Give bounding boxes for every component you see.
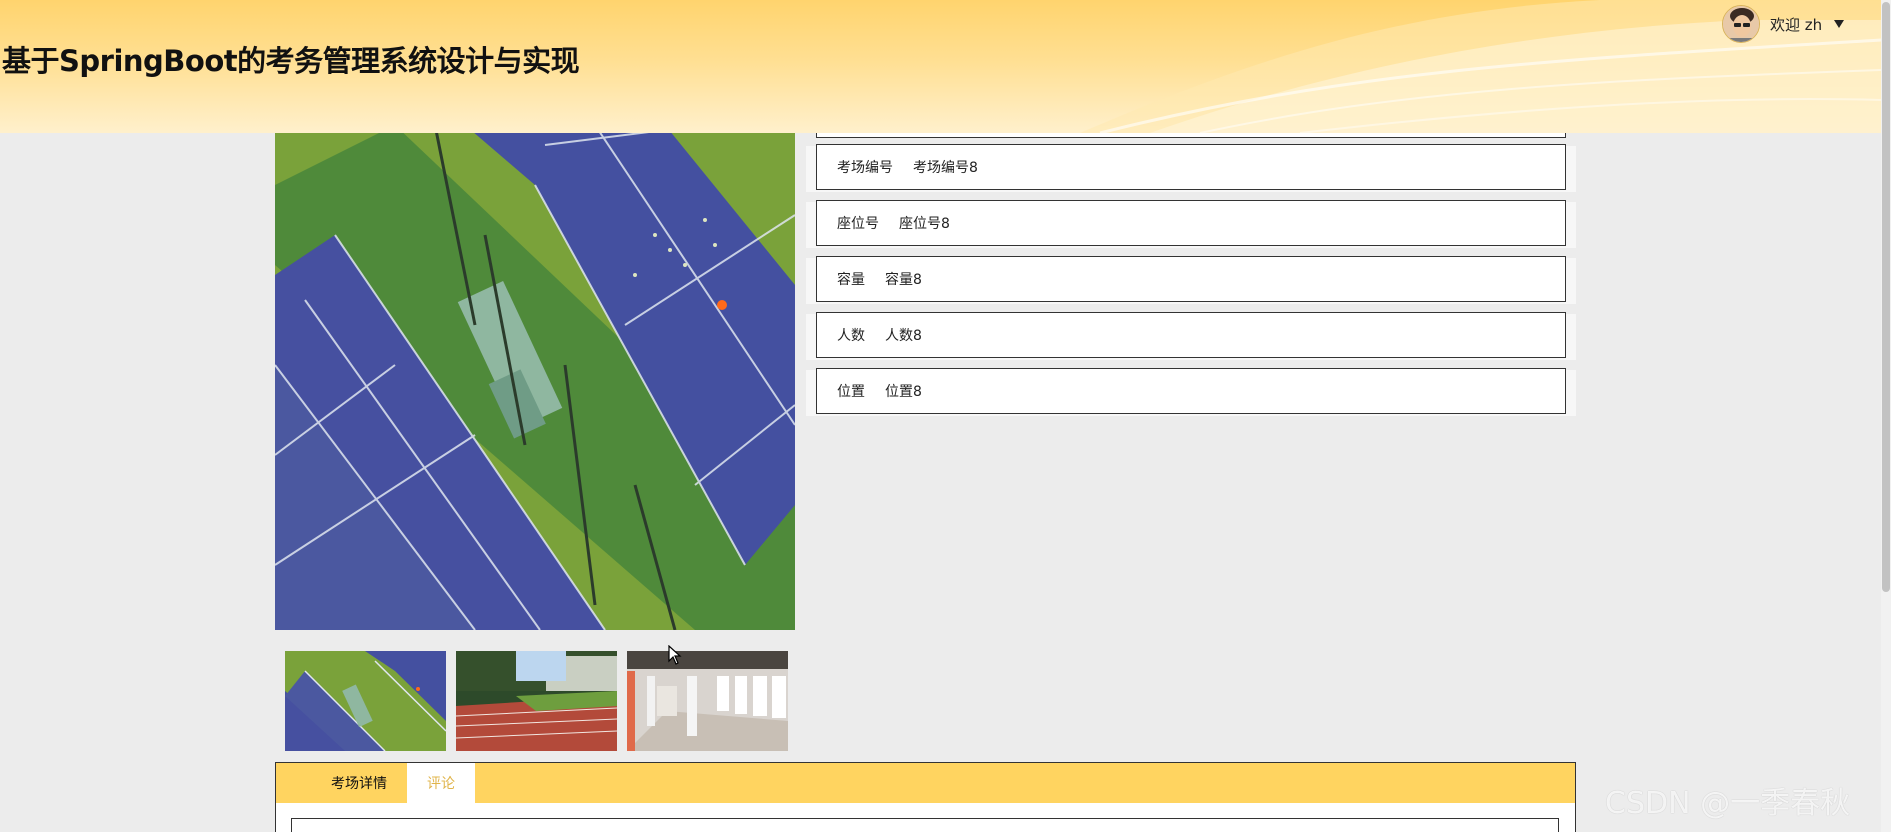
field-value: 人数8 bbox=[885, 328, 922, 344]
field-box: 人数 人数8 bbox=[816, 312, 1566, 358]
field-label: 位置 bbox=[837, 384, 865, 400]
thumbnail-tennis-court[interactable] bbox=[285, 651, 446, 751]
thumbnail-running-track[interactable] bbox=[456, 651, 617, 751]
watermark: CSDN @一季春秋 bbox=[1605, 786, 1851, 821]
field-value: 位置8 bbox=[885, 384, 922, 400]
user-menu[interactable]: 欢迎 zh bbox=[1722, 4, 1845, 44]
field-box: 考场编号 考场编号8 bbox=[816, 144, 1566, 190]
field-label: 座位号 bbox=[837, 216, 879, 232]
caret-down-icon[interactable] bbox=[1834, 20, 1845, 28]
field-value: 考场编号8 bbox=[913, 160, 978, 176]
scrollbar-thumb[interactable] bbox=[1882, 2, 1890, 592]
field-box: 容量 容量8 bbox=[816, 256, 1566, 302]
field-row-headcount: 人数 人数8 bbox=[806, 312, 1576, 360]
field-box: 位置 位置8 bbox=[816, 368, 1566, 414]
site-header: 基于SpringBoot的考务管理系统设计与实现 欢迎 zh bbox=[0, 0, 1881, 133]
user-avatar[interactable] bbox=[1722, 5, 1760, 43]
field-row-seat-no: 座位号 座位号8 bbox=[806, 200, 1576, 248]
thumbnail-corridor[interactable] bbox=[627, 651, 788, 751]
field-row-location: 位置 位置8 bbox=[806, 368, 1576, 416]
welcome-text: 欢迎 zh bbox=[1770, 15, 1823, 34]
field-row-capacity: 容量 容量8 bbox=[806, 256, 1576, 304]
field-box: 座位号 座位号8 bbox=[816, 200, 1566, 246]
tab-exam-room-details[interactable]: 考场详情 bbox=[311, 763, 407, 803]
tab-comments[interactable]: 评论 bbox=[407, 763, 475, 803]
field-row-exam-room-no: 考场编号 考场编号8 bbox=[806, 144, 1576, 192]
main-image bbox=[275, 125, 795, 630]
tabs-panel: 考场详情 评论 bbox=[275, 762, 1576, 832]
tab-bar: 考场详情 评论 bbox=[276, 763, 1575, 803]
tab-content bbox=[291, 818, 1559, 832]
mouse-cursor-icon bbox=[668, 645, 682, 665]
site-title: 基于SpringBoot的考务管理系统设计与实现 bbox=[2, 44, 580, 78]
field-value: 座位号8 bbox=[899, 216, 950, 232]
field-label: 人数 bbox=[837, 328, 865, 344]
page-scrollbar[interactable] bbox=[1881, 0, 1891, 832]
detail-fields: 考场编号 考场编号8 座位号 座位号8 容量 容量8 人数 人数8 位置 位置8 bbox=[806, 120, 1576, 426]
thumbnail-strip bbox=[285, 651, 788, 751]
field-label: 考场编号 bbox=[837, 160, 893, 176]
field-label: 容量 bbox=[837, 272, 865, 288]
field-value: 容量8 bbox=[885, 272, 922, 288]
